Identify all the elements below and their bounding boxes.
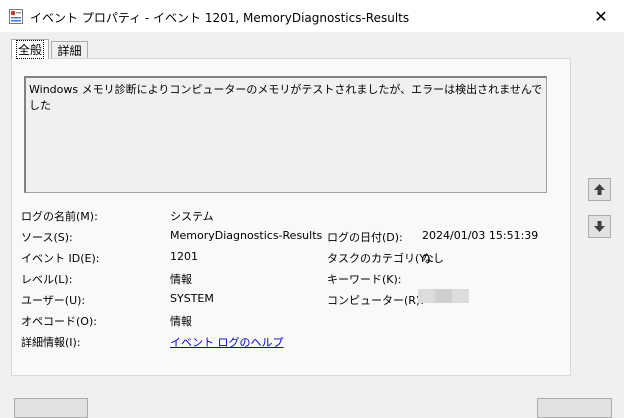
- tab-details[interactable]: 詳細: [51, 41, 88, 59]
- computer-value-redacted: [418, 289, 469, 303]
- title-bar: イベント プロパティ - イベント 1201, MemoryDiagnostic…: [0, 0, 624, 32]
- computer-label: コンピューター(R):: [327, 294, 424, 307]
- event-description[interactable]: Windows メモリ診断によりコンピューターのメモリがテストされましたが、エラ…: [24, 76, 547, 193]
- source-value: MemoryDiagnostics-Results: [170, 229, 323, 242]
- level-value: 情報: [170, 273, 192, 286]
- opcode-label: オペコード(O):: [21, 315, 97, 328]
- event-id-label: イベント ID(E):: [21, 252, 100, 265]
- logged-value: 2024/01/03 15:51:39: [422, 229, 539, 242]
- task-category-label: タスクのカテゴリ(Y):: [327, 252, 435, 265]
- task-category-value: なし: [422, 252, 444, 265]
- log-name-label: ログの名前(M):: [21, 210, 98, 223]
- tab-general[interactable]: 全般: [11, 39, 49, 59]
- previous-event-button[interactable]: [588, 178, 611, 201]
- tab-details-label: 詳細: [57, 44, 82, 58]
- keywords-label: キーワード(K):: [327, 273, 402, 286]
- window-title: イベント プロパティ - イベント 1201, MemoryDiagnostic…: [30, 11, 410, 25]
- source-label: ソース(S):: [21, 231, 73, 244]
- arrow-down-icon: [594, 221, 605, 232]
- event-viewer-icon: [9, 9, 23, 24]
- close-icon: ✕: [594, 6, 608, 26]
- arrow-up-icon: [594, 184, 605, 195]
- logged-label: ログの日付(D):: [327, 231, 403, 244]
- event-id-value: 1201: [170, 250, 198, 263]
- close-button[interactable]: ✕: [578, 0, 624, 32]
- user-value: SYSTEM: [170, 292, 214, 305]
- level-label: レベル(L):: [21, 273, 73, 286]
- more-info-label: 詳細情報(I):: [21, 336, 81, 349]
- dialog-close-button[interactable]: [537, 398, 612, 418]
- next-event-button[interactable]: [588, 215, 611, 238]
- copy-button[interactable]: [14, 398, 88, 418]
- user-label: ユーザー(U):: [21, 294, 86, 307]
- log-name-value: システム: [170, 210, 214, 223]
- opcode-value: 情報: [170, 315, 192, 328]
- event-log-help-link[interactable]: イベント ログのヘルプ: [170, 334, 284, 350]
- tab-general-label: 全般: [15, 40, 45, 59]
